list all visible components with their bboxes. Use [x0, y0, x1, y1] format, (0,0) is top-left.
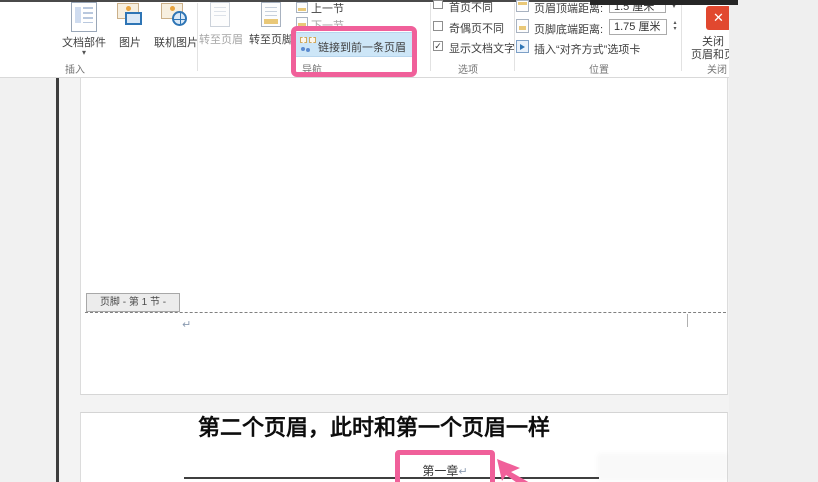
different-first-page-checkbox[interactable] — [433, 0, 443, 9]
link-to-previous-label: 链接到前一条页眉 — [318, 42, 406, 54]
link-to-previous-button[interactable]: 链接到前一条页眉 — [295, 32, 414, 57]
go-to-header-icon — [210, 2, 230, 27]
online-pictures-button[interactable]: 联机图片 — [152, 0, 200, 50]
check-icon: ✓ — [434, 41, 442, 51]
header-from-top-icon — [516, 0, 529, 12]
go-to-footer-button[interactable]: 转至页脚 — [246, 0, 296, 47]
close-header-footer-button[interactable]: 关闭 页眉和页 — [690, 33, 729, 61]
close-button-line2: 页眉和页 — [691, 49, 729, 61]
close-group-label: 关闭 — [707, 65, 727, 76]
link-to-previous-icon — [300, 37, 316, 53]
footer-section-tag: 页脚 - 第 1 节 - — [86, 293, 180, 312]
document-area: 页脚 - 第 1 节 - ↵ 第二个页眉，此时和第一个页眉一样 第一章↵ — [0, 78, 729, 482]
different-odd-even-checkbox[interactable] — [433, 21, 443, 31]
next-section-icon — [296, 17, 308, 28]
go-to-header-label: 转至页眉 — [199, 34, 243, 46]
picture-label: 图片 — [119, 37, 141, 49]
footer-from-bottom-row: 页脚底端距离: 1.75 厘米 ▴ ▾ — [516, 18, 682, 36]
previous-section-button[interactable]: 上一节 — [294, 0, 352, 15]
different-odd-even-label: 奇偶页不同 — [449, 23, 504, 35]
watermark-blob — [597, 453, 729, 481]
go-to-header-button[interactable]: 转至页眉 — [196, 0, 246, 47]
footer-boundary-dashed-line — [85, 312, 726, 313]
doc-parts-button[interactable]: 文档部件 ▾ — [54, 0, 114, 60]
show-document-text-checkbox-row[interactable]: ✓ 显示文档文字 — [432, 40, 524, 55]
pink-arrow-cursor-icon — [497, 459, 529, 482]
next-section-button[interactable]: 下一节 — [294, 16, 352, 32]
paragraph-mark: ↵ — [182, 319, 192, 331]
insert-alignment-tab-label: 插入“对齐方式”选项卡 — [534, 44, 641, 56]
previous-section-label: 上一节 — [311, 3, 344, 15]
go-to-footer-icon — [261, 2, 281, 27]
top-dark-bar — [590, 0, 738, 5]
left-margin-backdrop — [0, 78, 56, 482]
footer-from-bottom-label: 页脚底端距离: — [534, 24, 604, 36]
group-divider — [514, 3, 515, 71]
navigation-group-label: 导航 — [302, 65, 322, 76]
options-group-label: 选项 — [458, 65, 478, 76]
page2-annotation-heading[interactable]: 第二个页眉，此时和第一个页眉一样 — [50, 410, 698, 442]
different-first-page-label: 首页不同 — [449, 2, 493, 14]
right-margin-tick — [687, 314, 688, 327]
document-page-1[interactable]: 页脚 - 第 1 节 - ↵ — [80, 78, 728, 395]
monitor-icon — [125, 12, 142, 25]
doc-parts-icon — [71, 2, 97, 32]
header-from-top-spinner[interactable]: ▾ — [668, 4, 680, 10]
different-odd-even-checkbox-row[interactable]: 奇偶页不同 — [432, 20, 524, 35]
footer-from-bottom-field[interactable]: 1.75 厘米 — [609, 19, 667, 35]
paragraph-mark: ↵ — [458, 466, 468, 478]
header-highlight-box: 第一章↵ — [395, 450, 495, 482]
group-divider — [430, 3, 431, 71]
chevron-down-icon: ▾ — [81, 48, 86, 57]
different-first-page-checkbox-row[interactable]: 首页不同 — [432, 0, 518, 14]
online-pictures-label: 联机图片 — [154, 37, 198, 49]
alignment-tab-icon — [516, 40, 529, 53]
header-text[interactable]: 第一章↵ — [400, 462, 490, 479]
position-group-label: 位置 — [589, 65, 609, 76]
footer-from-bottom-icon — [516, 19, 529, 33]
footer-from-bottom-spinner[interactable]: ▴ ▾ — [669, 19, 681, 35]
next-section-label: 下一节 — [311, 20, 344, 32]
globe-icon — [172, 11, 187, 26]
go-to-footer-label: 转至页脚 — [249, 34, 293, 46]
spin-down-icon[interactable]: ▾ — [669, 26, 681, 32]
insert-alignment-tab-button[interactable]: 插入“对齐方式”选项卡 — [516, 40, 658, 56]
document-page-2[interactable]: 第二个页眉，此时和第一个页眉一样 第一章↵ — [80, 412, 728, 482]
show-document-text-checkbox[interactable]: ✓ — [433, 41, 443, 51]
show-document-text-label: 显示文档文字 — [449, 43, 515, 55]
insert-group-label: 插入 — [65, 65, 85, 76]
picture-button[interactable]: 图片 — [106, 0, 154, 50]
previous-section-icon — [296, 2, 308, 13]
group-divider — [681, 3, 682, 71]
ribbon: 文档部件 ▾ 图片 联机图片 插入 转至页眉 转至页脚 上一节 下一节 链接到前… — [0, 0, 729, 78]
close-header-footer-x-button[interactable]: ✕ — [706, 6, 729, 30]
word-header-footer-tools-screen: 文档部件 ▾ 图片 联机图片 插入 转至页眉 转至页脚 上一节 下一节 链接到前… — [0, 0, 818, 482]
